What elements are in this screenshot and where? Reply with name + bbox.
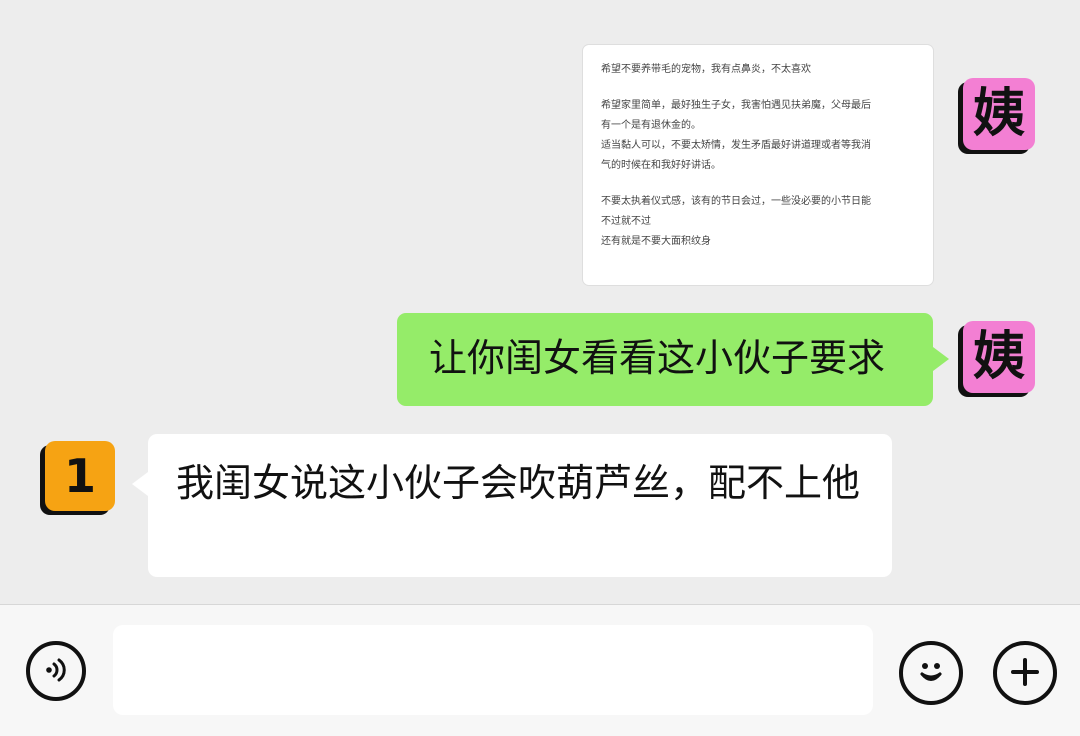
avatar-face: 姨: [963, 78, 1035, 150]
image-text-line: 不过就不过: [601, 216, 651, 227]
image-text-line: 还有就是不要大面积纹身: [601, 236, 711, 247]
emoji-icon: [909, 650, 953, 697]
image-text-line: 希望家里简单，最好独生子女，我害怕遇见扶弟魔，父母最后: [601, 100, 871, 111]
avatar[interactable]: 姨: [958, 321, 1035, 397]
plus-icon: [1007, 654, 1043, 693]
sent-message-bubble[interactable]: 让你闺女看看这小伙子要求: [397, 313, 949, 406]
input-bar: [0, 604, 1080, 736]
avatar-label: 姨: [972, 327, 1025, 387]
image-text-line: 不要太执着仪式感，该有的节日会过，一些没必要的小节日能: [601, 196, 871, 207]
image-text-line: 适当黏人可以，不要太矫情，发生矛盾最好讲道理或者等我消: [601, 140, 871, 151]
avatar-label: 姨: [972, 84, 1025, 144]
image-message[interactable]: 希望不要养带毛的宠物，我有点鼻炎，不太喜欢 希望家里简单，最好独生子女，我害怕遇…: [583, 45, 933, 285]
message-text: 让你闺女看看这小伙子要求: [429, 336, 886, 380]
image-text-line: 气的时候在和我好好讲话。: [601, 160, 721, 171]
voice-icon: [39, 653, 73, 690]
avatar-face: 1: [45, 441, 115, 511]
received-message-bubble[interactable]: 我闺女说这小伙子会吹葫芦丝，配不上他: [132, 434, 892, 577]
avatar[interactable]: 姨: [958, 78, 1035, 154]
image-text-gap: [601, 176, 915, 192]
message-input[interactable]: [113, 625, 873, 715]
avatar[interactable]: 1: [40, 441, 115, 515]
message-text: 我闺女说这小伙子会吹葫芦丝，配不上他: [176, 461, 861, 505]
emoji-button[interactable]: [899, 641, 963, 705]
avatar-label: 1: [63, 449, 96, 503]
plus-button[interactable]: [993, 641, 1057, 705]
image-text-line: 希望不要养带毛的宠物，我有点鼻炎，不太喜欢: [601, 64, 811, 75]
chat-area: 希望不要养带毛的宠物，我有点鼻炎，不太喜欢 希望家里简单，最好独生子女，我害怕遇…: [0, 0, 1080, 604]
image-text-line: 有一个是有退休金的。: [601, 120, 701, 131]
voice-button[interactable]: [26, 641, 86, 701]
avatar-face: 姨: [963, 321, 1035, 393]
image-text-gap: [601, 80, 915, 96]
